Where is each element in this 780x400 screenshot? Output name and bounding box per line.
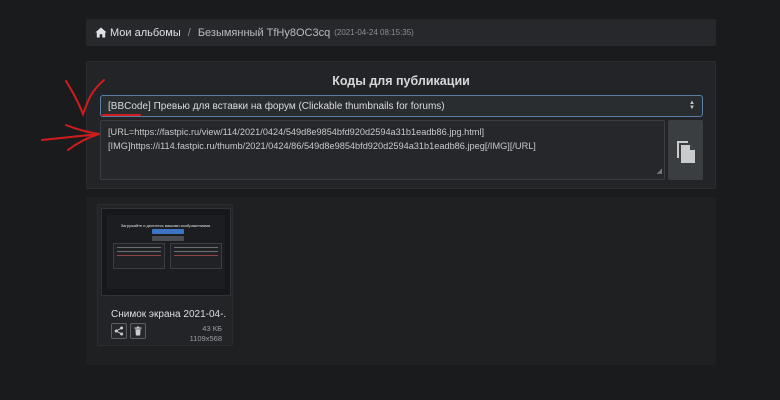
red-annotation-marks [41,79,141,151]
